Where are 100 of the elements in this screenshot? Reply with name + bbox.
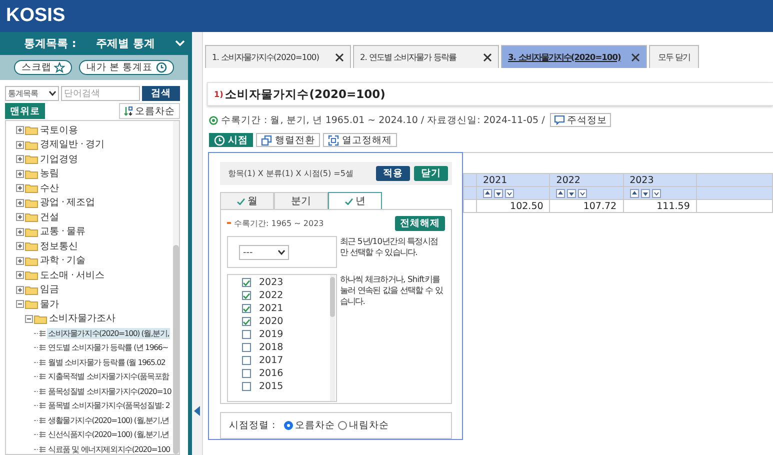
tree-folder[interactable]: 기업경영 [39, 152, 79, 166]
clock-icon [214, 134, 225, 146]
radio-button[interactable] [284, 421, 294, 430]
cell-count: 항목(1) X 분류(1) X 시점(5) =5셀 [228, 168, 354, 179]
checkbox[interactable] [242, 382, 251, 391]
folder-icon [25, 168, 38, 179]
expand-box-icon[interactable] [16, 228, 24, 236]
star-icon [54, 62, 66, 73]
expand-box-icon[interactable] [16, 126, 24, 134]
checkbox[interactable] [242, 369, 251, 378]
table-icon [39, 388, 46, 395]
close-icon[interactable] [483, 52, 492, 62]
folder-icon [25, 198, 38, 208]
tree-folder[interactable]: 국토이용 [39, 124, 79, 137]
expand-box-icon[interactable] [16, 184, 24, 192]
period-tab[interactable]: 분기 [274, 192, 328, 209]
column-header: 2021 [476, 174, 550, 186]
expand-box-icon[interactable] [16, 198, 24, 207]
tree-folder[interactable]: 건설 [39, 210, 60, 224]
scope-dropdown[interactable]: 통계목록 [5, 86, 59, 101]
caret-down-icon[interactable] [505, 188, 514, 198]
collapse-arrow-icon[interactable] [194, 406, 200, 416]
document-tab[interactable]: 3. 소비자물가지수(2020=100) [501, 45, 647, 68]
toolbar-button[interactable]: 시점 [209, 133, 253, 147]
tree-folder[interactable]: 물가 [39, 298, 60, 311]
preset-dropdown[interactable]: --- [239, 245, 289, 260]
notes-button[interactable]: 주석정보 [550, 113, 611, 127]
expand-box-icon[interactable] [16, 242, 24, 250]
expand-box-icon[interactable] [16, 213, 24, 222]
history-button[interactable]: 내가 본 통계표 [79, 60, 174, 75]
grid-frame-icon [328, 134, 339, 146]
tree-folder[interactable]: 정보통신 [39, 240, 79, 253]
folder-icon [25, 299, 38, 310]
caret-down-icon[interactable] [578, 188, 588, 198]
speech-bubble-icon [554, 115, 565, 125]
folder-icon [25, 125, 38, 136]
overlapping-squares-icon [261, 134, 272, 146]
table-icon [39, 431, 46, 438]
caret-down-icon[interactable] [652, 188, 661, 198]
table-icon [39, 344, 46, 352]
close-button[interactable]: 닫기 [414, 166, 448, 181]
checkbox[interactable] [242, 343, 251, 352]
close-icon[interactable] [335, 52, 344, 62]
apply-button[interactable]: 적용 [376, 166, 410, 181]
collapse-box-icon[interactable] [16, 300, 24, 308]
tree-folder[interactable]: 농림 [39, 167, 60, 180]
toolbar-button[interactable]: 행렬전환 [256, 133, 320, 147]
clear-all-button[interactable]: 전체해제 [395, 216, 445, 230]
chevron-down-icon[interactable] [175, 40, 186, 47]
document-tab[interactable]: 2. 연도별 소비자물가 등락률 [353, 45, 499, 68]
period-tab[interactable]: 년 [328, 192, 382, 209]
expand-box-icon[interactable] [16, 155, 24, 164]
year-label: 2017 [259, 355, 284, 366]
sort-button[interactable]: 오름차순 [119, 103, 180, 119]
year-label: 2020 [259, 316, 284, 327]
tree-folder[interactable]: 교통 · 물류 [39, 225, 87, 238]
tree-folder[interactable]: 과학 · 기술 [39, 254, 87, 268]
search-button[interactable]: 검색 [142, 86, 180, 101]
logo[interactable]: KOSIS [0, 5, 66, 27]
expand-box-icon[interactable] [16, 271, 24, 280]
tree-folder[interactable]: 광업 · 제조업 [39, 196, 96, 210]
radio-label[interactable]: 내림차순 [349, 419, 390, 432]
checkbox[interactable] [242, 317, 251, 326]
document-tab[interactable]: 1. 소비자물가지수(2020=100) [205, 45, 351, 68]
year-label: 2019 [259, 329, 284, 340]
tree-folder[interactable]: 수산 [39, 182, 60, 195]
expand-box-icon[interactable] [16, 140, 24, 149]
checkbox[interactable] [242, 291, 251, 300]
toolbar-button[interactable]: 열고정해제 [323, 133, 397, 147]
tree-folder[interactable]: 임금 [39, 283, 60, 296]
expand-box-icon[interactable] [16, 286, 24, 294]
checkbox[interactable] [242, 330, 251, 339]
column-header: 2022 [550, 174, 624, 186]
checkbox[interactable] [242, 304, 251, 313]
checkbox[interactable] [242, 278, 251, 287]
close-icon[interactable] [631, 52, 640, 62]
table-icon [39, 330, 46, 337]
year-label: 2016 [259, 368, 284, 379]
tree-folder[interactable]: 소비자물가조사 [48, 312, 116, 326]
table-icon [39, 416, 46, 424]
collapse-box-icon[interactable] [25, 314, 33, 323]
expand-box-icon[interactable] [16, 170, 24, 178]
year-label: 2018 [259, 342, 284, 353]
radio-label[interactable]: 오름차순 [295, 419, 336, 432]
scrap-button[interactable]: 스크랩 [14, 60, 72, 75]
expand-box-icon[interactable] [16, 256, 24, 265]
table-icon [39, 402, 46, 410]
catalog-selection[interactable]: 주제별 통계 [96, 36, 156, 51]
chevron-down-icon [49, 91, 56, 96]
catalog-label: 통계목록 : [24, 36, 76, 51]
go-top-button[interactable]: 맨위로 [5, 103, 45, 119]
column-header: 2023 [623, 174, 696, 186]
search-field[interactable]: 단어검색 [61, 86, 140, 101]
tree-folder[interactable]: 도소매 · 서비스 [39, 268, 106, 282]
close-all-button[interactable]: 모두 닫기 [649, 45, 700, 68]
period-tab[interactable]: 월 [220, 192, 274, 209]
folder-icon [34, 314, 47, 324]
checkbox[interactable] [242, 356, 251, 365]
radio-button[interactable] [338, 421, 348, 430]
tree-folder[interactable]: 경제일반 · 경기 [39, 138, 106, 152]
